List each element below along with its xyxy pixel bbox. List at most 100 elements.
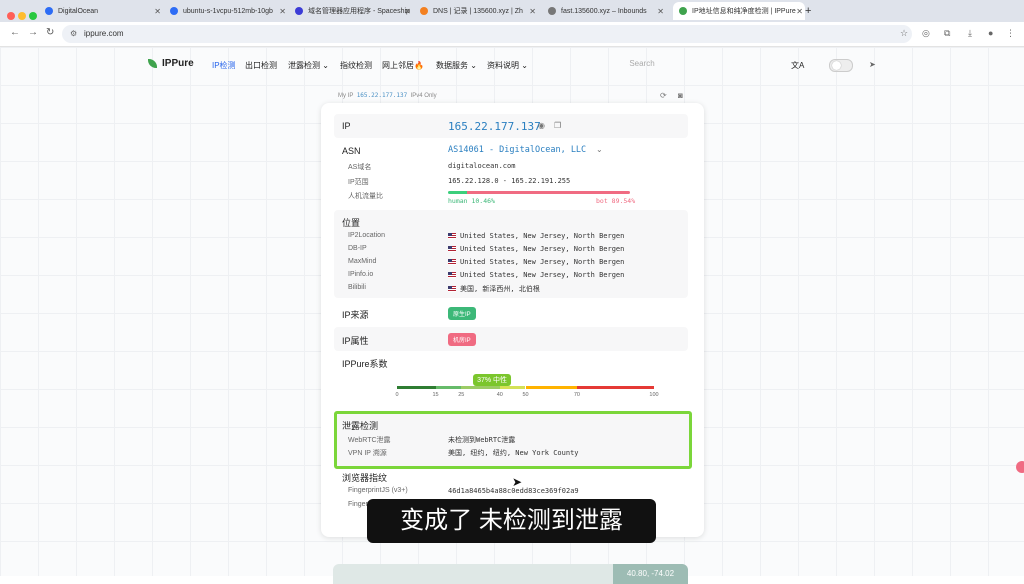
tab-favicon-icon	[45, 7, 53, 15]
nav-ip-check[interactable]: IP检测	[212, 60, 236, 71]
leak-label: 泄露检测	[342, 421, 379, 431]
score-band	[435, 386, 462, 389]
location-value: 美国, 新泽西州, 北伯根	[448, 284, 540, 294]
score-tick: 100	[649, 392, 659, 398]
nav-leak-check[interactable]: 泄露检测 ⌄	[288, 60, 329, 71]
zoom-window-icon[interactable]	[29, 12, 37, 20]
traffic-ratio-label: 人机流量比	[348, 193, 383, 200]
nav-exit-check[interactable]: 出口检测	[245, 60, 277, 71]
score-tick: 15	[432, 392, 439, 398]
us-flag-icon	[448, 272, 456, 278]
score-band	[576, 386, 654, 389]
avatar[interactable]: ●	[988, 28, 993, 38]
nav-label: 资料说明	[487, 61, 519, 70]
us-flag-icon	[448, 246, 456, 252]
score-band	[525, 386, 577, 389]
address-bar-row: ← → ↻ ⚙ ippure.com ☆ ◎ ⧉ ⤓ ● ⋮	[0, 22, 1024, 47]
url-field[interactable]: ⚙ ippure.com	[62, 25, 912, 43]
brand-logo[interactable]: IPPure	[148, 58, 194, 69]
forward-icon[interactable]: →	[28, 27, 38, 38]
map-preview[interactable]: 40.80, -74.02	[333, 564, 688, 584]
more-menu-icon[interactable]: ⋮	[1006, 28, 1015, 39]
telegram-icon[interactable]: ➤	[869, 60, 876, 69]
location-text: United States, New Jersey, North Bergen	[460, 271, 625, 279]
location-value: United States, New Jersey, North Bergen	[448, 232, 624, 240]
close-window-icon[interactable]	[7, 12, 15, 20]
refresh-icon[interactable]: ⟳	[660, 91, 667, 100]
browser-tab-2[interactable]: 域名管理器应用程序 - Spaceship ✕	[295, 2, 413, 20]
bookmark-icon[interactable]: ☆	[900, 28, 908, 39]
ip-range-label: IP范围	[348, 179, 369, 186]
language-icon[interactable]: 文A	[791, 60, 804, 71]
download-icon[interactable]: ⤓	[968, 28, 972, 39]
datacenter-ip-badge: 机房IP	[448, 333, 476, 346]
score-bar	[397, 386, 654, 389]
location-text: 美国, 新泽西州, 北伯根	[460, 285, 540, 293]
camera-icon[interactable]: ◙	[678, 91, 683, 100]
nav-data-service[interactable]: 数据服务 ⌄	[436, 60, 477, 71]
as-domain-label: AS域名	[348, 164, 372, 171]
url-text: ippure.com	[84, 29, 124, 38]
browser-tab-0[interactable]: DigitalOcean ✕	[45, 2, 163, 20]
tab-favicon-icon	[170, 7, 178, 15]
tab-title: 域名管理器应用程序 - Spaceship	[308, 8, 410, 15]
tab-close-icon[interactable]: ✕	[154, 7, 161, 16]
location-text: United States, New Jersey, North Bergen	[460, 258, 625, 266]
tab-close-icon[interactable]: ✕	[404, 7, 411, 16]
copy-icon[interactable]: ❐	[554, 121, 561, 130]
site-info-icon[interactable]: ⚙	[70, 29, 77, 38]
location-source: IP2Location	[348, 232, 385, 239]
minimize-window-icon[interactable]	[18, 12, 26, 20]
chevron-down-icon[interactable]: ⌄	[596, 145, 603, 154]
tab-close-icon[interactable]: ✕	[529, 7, 536, 16]
reload-icon[interactable]: ↻	[46, 27, 54, 38]
ip-type: IPv4 Only	[410, 93, 437, 99]
fingerprintjs-label: FingerprintJS (v3+)	[348, 487, 408, 494]
location-source: DB-IP	[348, 245, 367, 252]
traffic-ratio-bar	[448, 191, 630, 194]
asn-label: ASN	[342, 146, 361, 156]
webrtc-label: WebRTC泄露	[348, 437, 391, 444]
nav-neighbors[interactable]: 网上邻居🔥	[382, 60, 424, 71]
score-tick: 40	[496, 392, 503, 398]
puzzle-icon[interactable]: ⧉	[944, 28, 950, 39]
back-icon[interactable]: ←	[10, 27, 20, 38]
location-value: United States, New Jersey, North Bergen	[448, 271, 624, 279]
my-ip-label: My IP	[338, 93, 354, 99]
tab-close-icon[interactable]: ✕	[279, 7, 286, 16]
tab-favicon-icon	[679, 7, 687, 15]
location-section: 位置 IP2Location United States, New Jersey…	[334, 210, 688, 298]
browser-tab-5[interactable]: IP地址信息和纯净度检测 | IPPure ✕	[673, 2, 805, 20]
search-input[interactable]: Search	[620, 56, 664, 72]
extension-icon[interactable]: ◎	[922, 28, 930, 39]
bot-ratio: bot 89.54%	[596, 197, 636, 205]
theme-toggle[interactable]	[829, 59, 853, 72]
nav-docs[interactable]: 资料说明 ⌄	[487, 60, 528, 71]
location-source: IPinfo.io	[348, 271, 374, 278]
browser-tab-3[interactable]: DNS | 记录 | 135600.xyz | Zh ✕	[420, 2, 538, 20]
ip-label: IP	[342, 121, 351, 131]
mouse-cursor-icon: ➤	[512, 475, 523, 489]
nav-fingerprint[interactable]: 指纹检测	[340, 60, 372, 71]
asn-value: AS14061 - DigitalOcean, LLC	[448, 145, 587, 155]
ip-source-label: IP来源	[342, 310, 369, 320]
ip-info-card: IP 165.22.177.137 ◉ ❐ ASN AS14061 - Digi…	[321, 103, 704, 537]
score-tick: 25	[458, 392, 465, 398]
ip-attr-label: IP属性	[342, 336, 369, 346]
location-value: United States, New Jersey, North Bergen	[448, 258, 624, 266]
tab-favicon-icon	[295, 7, 303, 15]
eye-icon[interactable]: ◉	[538, 121, 545, 130]
brand-name: IPPure	[162, 58, 194, 69]
map-coords: 40.80, -74.02	[613, 564, 688, 584]
browser-tab-4[interactable]: fast.135600.xyz – Inbounds ✕	[548, 2, 666, 20]
tab-close-icon[interactable]: ✕	[657, 7, 664, 16]
as-domain-value: digitalocean.com	[448, 162, 516, 170]
browser-tab-1[interactable]: ubuntu-s-1vcpu-512mb-10gb ✕	[170, 2, 288, 20]
vpn-trace-label: VPN IP 溯源	[348, 450, 387, 457]
asn-value-wrap[interactable]: AS14061 - DigitalOcean, LLC	[448, 145, 586, 155]
fingerprint-label-2: Finger	[348, 501, 368, 508]
tab-close-icon[interactable]: ✕	[796, 7, 803, 16]
floating-widget-icon[interactable]	[1016, 461, 1024, 473]
new-tab-icon[interactable]: +	[805, 2, 819, 20]
chevron-down-icon: ⌄	[322, 61, 329, 70]
